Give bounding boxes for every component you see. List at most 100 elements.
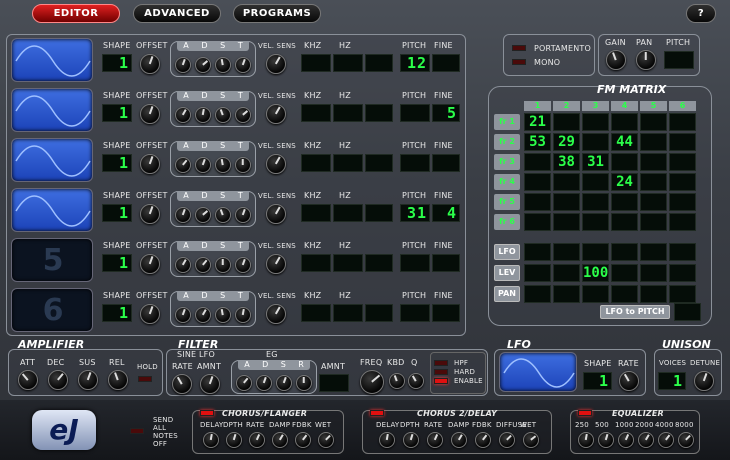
fm-mod-cell[interactable] <box>640 243 667 261</box>
send-notes-off-led[interactable] <box>130 428 144 434</box>
khz-display[interactable] <box>301 54 331 72</box>
fm-cell[interactable] <box>524 213 551 231</box>
eg-sustain-knob[interactable] <box>276 375 292 391</box>
fm-cell[interactable] <box>640 133 667 151</box>
vel-sens-knob[interactable] <box>266 54 286 74</box>
mono-led[interactable] <box>512 59 526 65</box>
fm-cell[interactable]: 53 <box>524 133 551 151</box>
equalizer-enable-led[interactable] <box>578 410 592 416</box>
offset-knob[interactable] <box>140 104 160 124</box>
fm-cell[interactable] <box>640 173 667 191</box>
shape-display[interactable]: 1 <box>102 204 132 222</box>
fm-cell[interactable] <box>611 113 638 131</box>
att-knob[interactable] <box>18 370 38 390</box>
fm-mod-row-0[interactable]: LFO <box>494 244 520 260</box>
khz-display[interactable] <box>301 204 331 222</box>
fm-mod-cell[interactable] <box>582 243 609 261</box>
fm-mod-cell[interactable] <box>611 264 638 282</box>
vel-sens-knob[interactable] <box>266 204 286 224</box>
tab-editor[interactable]: EDITOR <box>32 4 120 23</box>
fm-mod-cell[interactable] <box>640 264 667 282</box>
attack-knob[interactable] <box>175 107 191 123</box>
fm-mod-cell[interactable] <box>524 243 551 261</box>
fm-cell[interactable] <box>669 113 696 131</box>
fm-mod-cell[interactable]: 100 <box>582 264 609 282</box>
lfo-shape-value[interactable]: 1 <box>583 372 612 390</box>
lfo-rate-knob[interactable] <box>619 371 639 391</box>
fm-cell[interactable] <box>582 133 609 151</box>
khz-display[interactable] <box>301 104 331 122</box>
fm-cell[interactable] <box>553 173 580 191</box>
effect-knob[interactable] <box>295 432 311 448</box>
fm-mod-row-2[interactable]: PAN <box>494 286 520 302</box>
fm-cell[interactable] <box>611 153 638 171</box>
shape-display[interactable]: 1 <box>102 54 132 72</box>
attack-knob[interactable] <box>175 57 191 73</box>
fm-mod-cell[interactable] <box>582 285 609 303</box>
khz-display[interactable] <box>301 254 331 272</box>
fm-cell[interactable]: 29 <box>553 133 580 151</box>
time-knob[interactable] <box>235 157 251 173</box>
vel-sens-knob[interactable] <box>266 154 286 174</box>
fm-cell[interactable] <box>611 193 638 211</box>
khz-display[interactable] <box>301 154 331 172</box>
fm-mod-row-1[interactable]: LEV <box>494 265 520 281</box>
fm-cell[interactable] <box>669 193 696 211</box>
effect-knob[interactable] <box>318 432 334 448</box>
hpf-led[interactable] <box>434 360 448 366</box>
fm-cell[interactable] <box>582 113 609 131</box>
fine-display[interactable] <box>432 154 460 172</box>
effect-knob[interactable] <box>226 432 242 448</box>
attack-knob[interactable] <box>175 207 191 223</box>
effect-knob[interactable] <box>475 432 491 448</box>
shape-display[interactable]: 1 <box>102 154 132 172</box>
fm-cell[interactable] <box>611 213 638 231</box>
fm-cell[interactable] <box>524 193 551 211</box>
eg-decay-knob[interactable] <box>256 375 272 391</box>
effect-knob[interactable] <box>203 432 219 448</box>
sustain-knob[interactable] <box>215 107 231 123</box>
eg-attack-knob[interactable] <box>236 375 252 391</box>
offset-knob[interactable] <box>140 204 160 224</box>
hold-led[interactable] <box>138 376 152 382</box>
effect-knob[interactable] <box>678 432 694 448</box>
time-knob[interactable] <box>235 257 251 273</box>
rel-knob[interactable] <box>108 370 128 390</box>
fm-cell[interactable] <box>582 193 609 211</box>
fm-mod-cell[interactable] <box>524 264 551 282</box>
oscillator-6-display[interactable]: 6 <box>11 288 93 332</box>
decay-knob[interactable] <box>195 157 211 173</box>
fm-cell[interactable] <box>669 213 696 231</box>
voices-display[interactable]: 1 <box>658 372 686 390</box>
fm-cell[interactable]: 21 <box>524 113 551 131</box>
fm-mod-cell[interactable] <box>640 285 667 303</box>
fine-display[interactable] <box>432 54 460 72</box>
master-pitch-display[interactable] <box>664 51 694 69</box>
hz-fraction-display[interactable] <box>365 104 393 122</box>
pitch-display[interactable] <box>400 154 430 172</box>
tab-programs[interactable]: PROGRAMS <box>233 4 321 23</box>
oscillator-1-display[interactable] <box>11 38 93 82</box>
hz-fraction-display[interactable] <box>365 204 393 222</box>
dec-knob[interactable] <box>48 370 68 390</box>
lfo-shape-display[interactable] <box>499 352 577 392</box>
sustain-knob[interactable] <box>215 57 231 73</box>
fm-cell[interactable] <box>524 153 551 171</box>
fine-display[interactable]: 4 <box>432 204 460 222</box>
oscillator-2-display[interactable] <box>11 88 93 132</box>
hz-display[interactable] <box>333 104 363 122</box>
effect-knob[interactable] <box>379 432 395 448</box>
gain-knob[interactable] <box>606 50 626 70</box>
effect-knob[interactable] <box>272 432 288 448</box>
sus-knob[interactable] <box>78 370 98 390</box>
hz-display[interactable] <box>333 254 363 272</box>
fine-display[interactable] <box>432 304 460 322</box>
fm-cell[interactable] <box>640 153 667 171</box>
detune-knob[interactable] <box>694 371 714 391</box>
decay-knob[interactable] <box>195 307 211 323</box>
hz-fraction-display[interactable] <box>365 304 393 322</box>
filter-lfo-amount-knob[interactable] <box>200 374 220 394</box>
fm-cell[interactable] <box>640 193 667 211</box>
effect-knob[interactable] <box>249 432 265 448</box>
pitch-display[interactable] <box>400 254 430 272</box>
